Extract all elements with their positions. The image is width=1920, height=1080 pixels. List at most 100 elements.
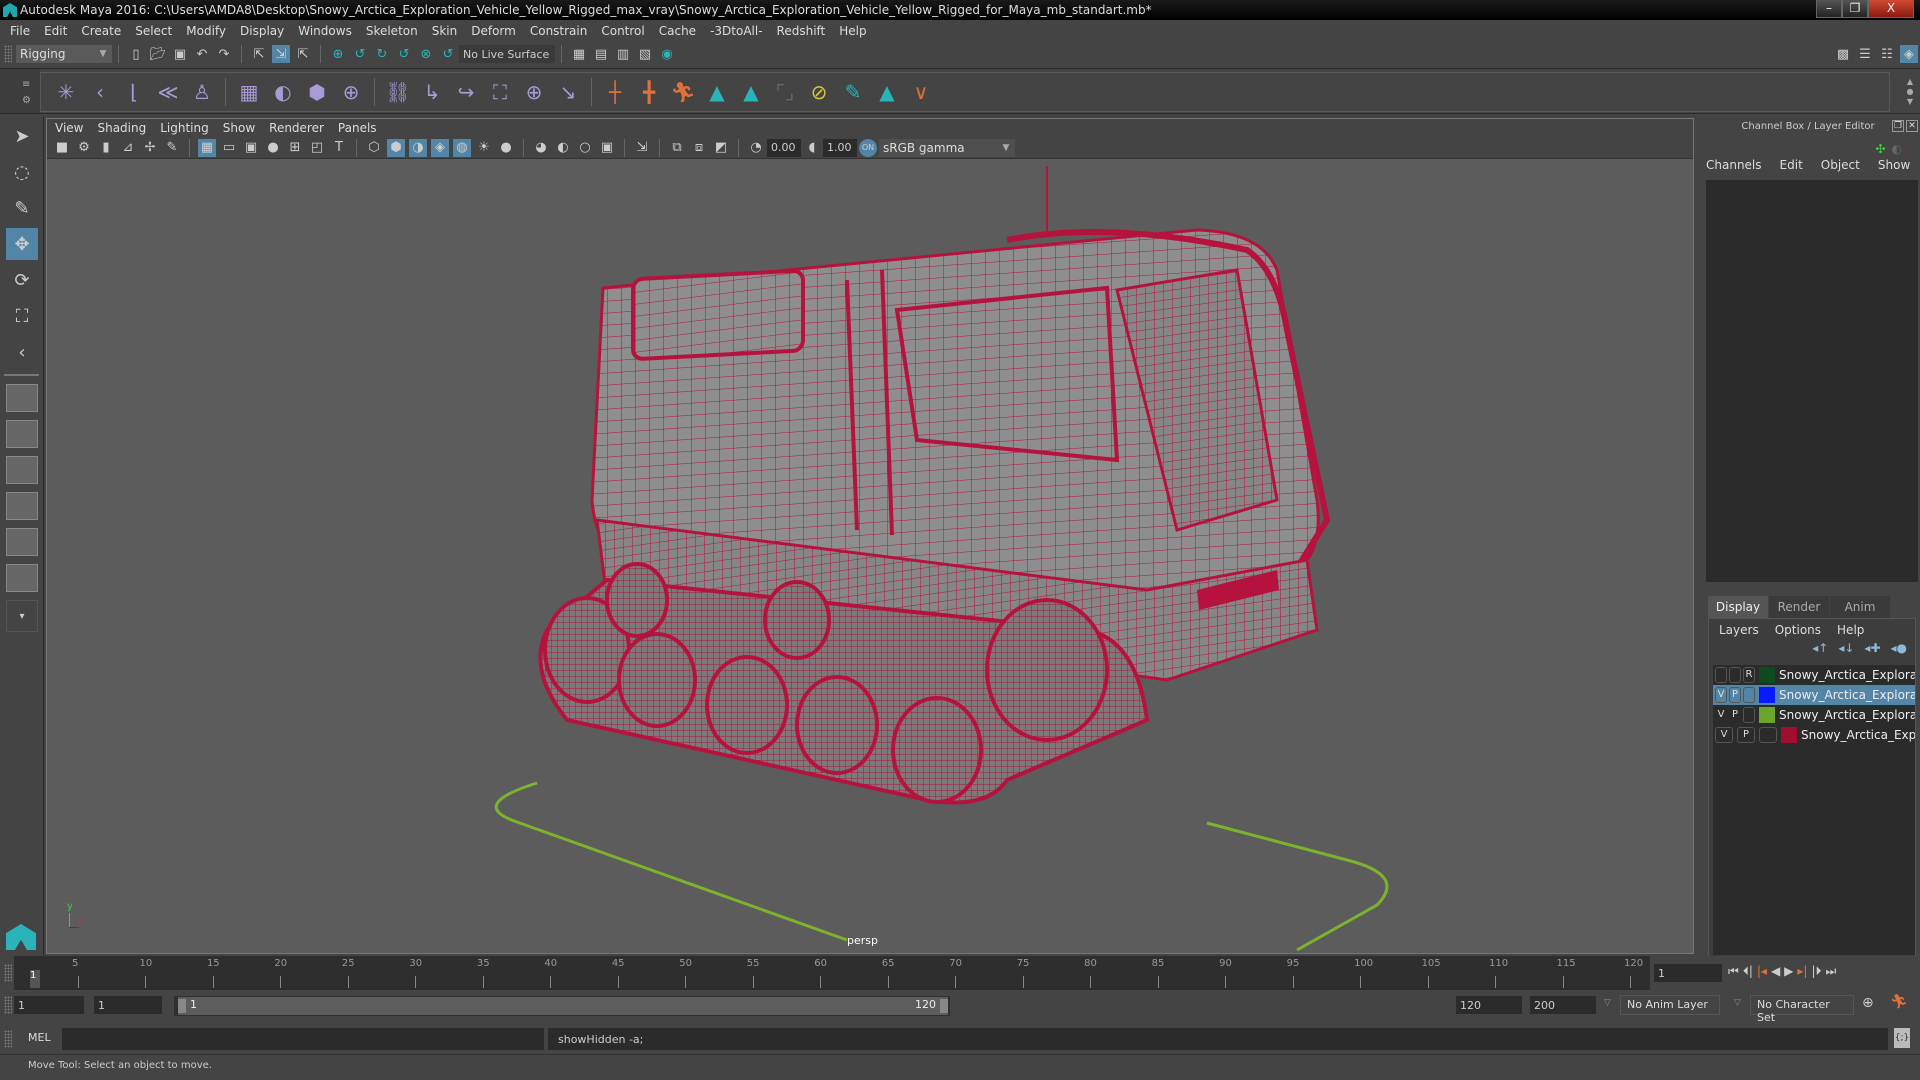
color-management-toggle-icon[interactable]: ON — [859, 138, 877, 157]
menu-constrain[interactable]: Constrain — [530, 24, 588, 38]
current-frame-marker[interactable]: 1 — [30, 970, 40, 988]
ik-handle-icon[interactable]: ‹ — [86, 78, 114, 106]
viewport-menu-lighting[interactable]: Lighting — [160, 121, 209, 135]
maya-script-icon-2[interactable]: ▲ — [737, 78, 765, 106]
playback-end-field[interactable]: 120 — [1456, 996, 1522, 1014]
layer-playback-toggle[interactable]: P — [1729, 707, 1741, 723]
layer-display-type-toggle[interactable] — [1743, 707, 1755, 723]
restore-button[interactable]: ❐ — [1842, 0, 1868, 18]
step-back-key-icon[interactable]: |◂ — [1757, 964, 1767, 979]
camera-select-icon[interactable]: ■ — [53, 139, 71, 157]
animation-start-field[interactable]: 1 — [14, 996, 84, 1014]
ipr-render-icon[interactable]: ▥ — [614, 45, 632, 63]
layer-row[interactable]: V P Snowy_Arctica_Explora — [1713, 725, 1915, 745]
viewport-canvas[interactable]: persp y z — [47, 160, 1693, 953]
viewport-menu-shading[interactable]: Shading — [97, 121, 146, 135]
wireframe-icon[interactable]: ⬡ — [365, 139, 383, 157]
script-editor-icon[interactable]: {;} — [1894, 1028, 1910, 1048]
paint-select-tool-icon[interactable]: ✎ — [6, 192, 38, 224]
render-settings-icon[interactable]: ▦ — [570, 45, 588, 63]
layer-display-type-toggle[interactable] — [1759, 727, 1777, 743]
outliner-persp-layout-icon[interactable] — [6, 456, 38, 484]
character-set-dropdown-arrow-icon[interactable]: ▽ — [1734, 998, 1741, 1008]
range-end-handle[interactable] — [940, 999, 948, 1013]
viewport-menu-show[interactable]: Show — [223, 121, 255, 135]
menu-modify[interactable]: Modify — [186, 24, 226, 38]
hud-icon[interactable]: ◩ — [712, 139, 730, 157]
persp-graph-outliner-layout-icon[interactable] — [6, 564, 38, 592]
wireframe-on-shaded-icon[interactable]: ◑ — [409, 138, 427, 157]
layer-color-swatch[interactable] — [1759, 707, 1775, 723]
last-tool-icon[interactable]: ‹ — [6, 336, 38, 368]
scale-constraint-icon[interactable]: ⛶ — [486, 78, 514, 106]
channel-key-icon[interactable]: ⁄ — [1908, 142, 1910, 156]
menu-redshift[interactable]: Redshift — [777, 24, 826, 38]
script-language-toggle[interactable]: MEL — [28, 1031, 51, 1044]
select-component-icon[interactable]: ⇱ — [294, 45, 312, 63]
layer-menu-options[interactable]: Options — [1775, 623, 1821, 637]
render-globals-icon[interactable]: ▧ — [636, 45, 654, 63]
go-to-end-icon[interactable]: ⏭ — [1826, 964, 1837, 979]
grip-handle[interactable] — [4, 996, 12, 1014]
menu-cache[interactable]: Cache — [659, 24, 696, 38]
tool-settings-icon[interactable]: ☷ — [1878, 45, 1896, 63]
hypershade-icon[interactable]: ◉ — [658, 45, 676, 63]
humanik-icon[interactable]: ♙ — [188, 78, 216, 106]
animation-end-field[interactable]: 200 — [1530, 996, 1596, 1014]
exposure-field[interactable]: 0.00 — [767, 138, 801, 157]
four-pane-layout-icon[interactable] — [6, 420, 38, 448]
snap-surface-icon[interactable]: ↺ — [439, 45, 457, 63]
playback-start-field[interactable]: 1 — [94, 996, 162, 1014]
viewport-menu-panels[interactable]: Panels — [338, 121, 377, 135]
camera-attributes-icon[interactable]: ⚙ — [75, 139, 93, 157]
current-frame-field[interactable]: 1 — [1654, 964, 1722, 982]
grip-handle[interactable] — [4, 964, 12, 982]
play-backwards-icon[interactable]: ◀ — [1771, 964, 1780, 979]
new-layer-icon[interactable]: ◂✚ — [1864, 641, 1880, 661]
vertex-tool-icon[interactable]: ∨ — [907, 78, 935, 106]
set-driven-key-icon[interactable]: ╋ — [635, 78, 663, 106]
select-object-icon[interactable]: ⇲ — [272, 45, 290, 63]
viewport-menu-view[interactable]: View — [55, 121, 83, 135]
new-layer-selected-icon[interactable]: ◂● — [1891, 641, 1908, 661]
channel-box-menu-edit[interactable]: Edit — [1780, 158, 1803, 172]
close-button[interactable]: X — [1868, 0, 1914, 18]
textured-icon[interactable]: ◈ — [431, 138, 449, 157]
move-layer-up-icon[interactable]: ◂↑ — [1812, 641, 1828, 661]
layer-display-type-toggle[interactable] — [1743, 687, 1755, 703]
image-plane-icon[interactable]: ⊿ — [119, 139, 137, 157]
live-surface-field[interactable]: No Live Surface — [459, 45, 555, 63]
layer-visibility-toggle[interactable]: V — [1715, 687, 1727, 703]
bookmark-icon[interactable]: ▮ — [97, 139, 115, 157]
menu-deform[interactable]: Deform — [471, 24, 516, 38]
safe-action-icon[interactable]: ◰ — [308, 139, 326, 157]
layer-playback-toggle[interactable]: P — [1737, 727, 1755, 743]
more-layouts-icon[interactable]: ▾ — [6, 600, 38, 632]
menu-select[interactable]: Select — [135, 24, 172, 38]
layer-visibility-toggle[interactable]: V — [1715, 707, 1727, 723]
hypershade-persp-layout-icon[interactable] — [6, 528, 38, 556]
grease-pencil-icon[interactable]: ✎ — [163, 139, 181, 157]
range-slider[interactable]: 1 120 — [178, 997, 948, 1015]
snap-live-icon[interactable]: ⊗ — [417, 45, 435, 63]
menu-skeleton[interactable]: Skeleton — [366, 24, 418, 38]
step-forward-frame-icon[interactable]: |⏵ — [1811, 964, 1821, 979]
menu-control[interactable]: Control — [601, 24, 644, 38]
layer-color-swatch[interactable] — [1759, 667, 1775, 683]
isolate-select-icon[interactable]: ⇲ — [633, 139, 651, 157]
tab-display[interactable]: Display — [1708, 596, 1768, 618]
multisample-icon[interactable]: ◐ — [554, 139, 572, 157]
manipulator-axis-icon[interactable]: ✣ — [1875, 142, 1885, 156]
maya-script-icon-1[interactable]: ▲ — [703, 78, 731, 106]
menu-create[interactable]: Create — [81, 24, 121, 38]
redo-icon[interactable]: ↷ — [215, 45, 233, 63]
shelf-scroll[interactable]: ▲ ● ▼ — [1904, 77, 1916, 107]
select-tool-icon[interactable]: ➤ — [6, 120, 38, 152]
attribute-editor-icon[interactable]: ☰ — [1856, 45, 1874, 63]
snap-curve-icon[interactable]: ↺ — [351, 45, 369, 63]
anim-layer-dropdown[interactable]: No Anim Layer — [1620, 995, 1720, 1015]
layer-color-swatch[interactable] — [1759, 687, 1775, 703]
field-chart-icon[interactable]: ⊞ — [286, 139, 304, 157]
tab-render[interactable]: Render — [1769, 596, 1829, 618]
save-scene-icon[interactable]: ▣ — [171, 45, 189, 63]
